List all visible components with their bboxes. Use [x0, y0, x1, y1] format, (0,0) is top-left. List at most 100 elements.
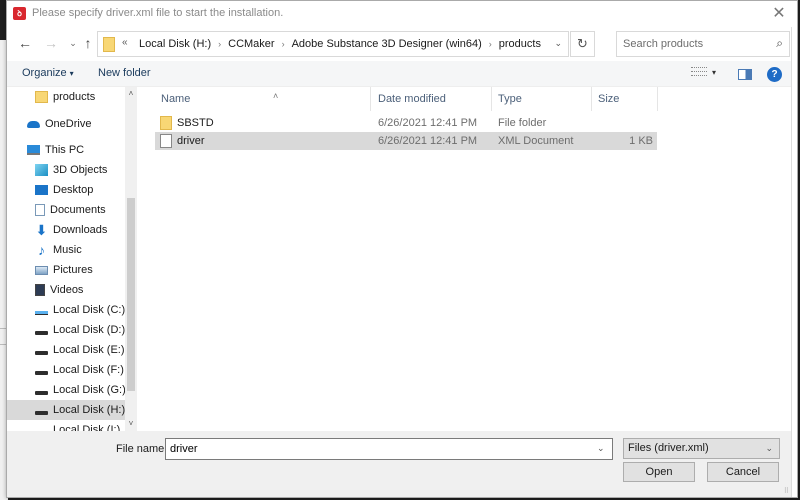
breadcrumb-item[interactable]: Adobe Substance 3D Designer (win64)	[289, 38, 485, 51]
file-date: 6/26/2021 12:41 PM	[378, 135, 478, 147]
navigation-bar: ← → ⌄ ↑ « Local Disk (H:) › CCMaker › Ad…	[7, 29, 797, 59]
nav-item-label: This PC	[45, 144, 85, 156]
file-type: File folder	[498, 117, 547, 129]
nav-item-downloads[interactable]: ⬇ Downloads	[7, 220, 125, 240]
nav-item-documents[interactable]: Documents	[7, 200, 125, 220]
window-right-edge	[791, 27, 797, 497]
scroll-down-icon[interactable]: ˅	[125, 419, 137, 429]
column-header-date-modified[interactable]: Date modified	[372, 87, 492, 111]
disk-icon	[35, 411, 48, 415]
file-date: 6/26/2021 12:41 PM	[378, 117, 478, 129]
nav-item-label: Local Disk (D:)	[53, 324, 126, 336]
nav-item-desktop[interactable]: Desktop	[7, 180, 125, 200]
view-options-dropdown[interactable]: ▾	[712, 68, 716, 77]
nav-item-music[interactable]: ♪ Music	[7, 240, 125, 260]
nav-item-label: Desktop	[53, 184, 94, 196]
nav-item-label: Videos	[50, 284, 84, 296]
breadcrumb-item[interactable]: Local Disk (H:)	[136, 38, 214, 51]
nav-item-label: Downloads	[53, 224, 108, 236]
file-row-sbstd[interactable]: SBSTD 6/26/2021 12:41 PM File folder	[155, 114, 657, 132]
preview-pane-button[interactable]	[738, 69, 752, 80]
column-headers: Name ˄ Date modified Type Size	[143, 87, 659, 111]
column-header-name[interactable]: Name ˄	[155, 87, 371, 111]
file-type-filter-value: Files (driver.xml)	[628, 442, 709, 454]
search-input[interactable]: Search products ⌕	[616, 31, 790, 57]
nav-item-pictures[interactable]: Pictures	[7, 260, 125, 280]
close-button[interactable]: ✕	[769, 4, 789, 24]
up-button[interactable]: ↑	[80, 35, 96, 51]
title-bar: ꝺ Please specify driver.xml file to star…	[7, 1, 797, 27]
file-type-filter-select[interactable]: Files (driver.xml) ⌄	[623, 438, 780, 459]
chevron-down-icon: ⌄	[765, 443, 773, 453]
column-header-size[interactable]: Size	[592, 87, 658, 111]
back-button[interactable]: ←	[17, 35, 33, 51]
nav-pane-scrollbar[interactable]: ˄ ˅	[125, 87, 137, 431]
scroll-up-icon[interactable]: ˄	[125, 89, 137, 99]
command-toolbar: Organize ▾ New folder ▾ ?	[7, 61, 791, 87]
disk-icon	[35, 371, 48, 375]
nav-item-label: Local Disk (C:)	[53, 304, 126, 316]
nav-item-local-disk-d[interactable]: Local Disk (D:)	[7, 320, 125, 340]
nav-item-label: Local Disk (E:)	[53, 344, 125, 356]
recent-locations-button[interactable]: ⌄	[65, 35, 81, 51]
nav-item-label: products	[53, 91, 96, 103]
change-view-button[interactable]	[691, 67, 707, 79]
file-name: SBSTD	[177, 117, 214, 129]
resize-grip-icon[interactable]: ⠿	[784, 487, 789, 495]
forward-button[interactable]: →	[43, 35, 59, 51]
breadcrumb-separator-icon[interactable]: ›	[214, 38, 225, 51]
file-name-input[interactable]	[165, 438, 613, 460]
app-icon: ꝺ	[13, 7, 26, 20]
nav-item-local-disk-h[interactable]: Local Disk (H:)	[7, 400, 125, 420]
nav-item-local-disk-e[interactable]: Local Disk (E:)	[7, 340, 125, 360]
column-header-type[interactable]: Type	[492, 87, 592, 111]
caret-down-icon: ▾	[69, 69, 74, 78]
window-title: Please specify driver.xml file to start …	[32, 7, 284, 19]
nav-item-products[interactable]: products	[7, 87, 125, 107]
file-list: Name ˄ Date modified Type Size SBSTD 6/26…	[143, 87, 791, 431]
nav-item-3d-objects[interactable]: 3D Objects	[7, 160, 125, 180]
3d-objects-icon	[35, 164, 48, 176]
breadcrumb: Local Disk (H:) › CCMaker › Adobe Substa…	[136, 38, 544, 51]
nav-item-label: Local Disk (G:)	[53, 384, 126, 396]
file-name-dropdown-icon[interactable]: ⌄	[597, 443, 605, 454]
breadcrumb-item[interactable]: products	[496, 38, 544, 51]
nav-item-local-disk-i[interactable]: Local Disk (I:)	[7, 420, 125, 431]
disk-icon	[35, 351, 48, 355]
nav-item-videos[interactable]: Videos	[7, 280, 125, 300]
videos-icon	[35, 284, 45, 296]
nav-item-local-disk-c[interactable]: Local Disk (C:)	[7, 300, 125, 320]
sort-ascending-icon: ˄	[273, 91, 279, 101]
details-view-icon	[691, 67, 707, 69]
column-label: Name	[161, 93, 191, 105]
address-bar[interactable]: « Local Disk (H:) › CCMaker › Adobe Subs…	[97, 31, 569, 57]
system-disk-icon	[35, 311, 48, 315]
new-folder-button[interactable]: New folder	[98, 67, 151, 79]
breadcrumb-item[interactable]: CCMaker	[225, 38, 277, 51]
nav-item-label: Local Disk (I:)	[53, 424, 121, 431]
nav-item-local-disk-g[interactable]: Local Disk (G:)	[7, 380, 126, 400]
cancel-button[interactable]: Cancel	[707, 462, 779, 482]
file-row-driver[interactable]: driver 6/26/2021 12:41 PM XML Document 1…	[155, 132, 657, 150]
dialog-footer: File name: ⌄ Files (driver.xml) ⌄ Open C…	[7, 431, 791, 497]
nav-item-onedrive[interactable]: OneDrive	[7, 114, 125, 134]
downloads-icon: ⬇	[35, 222, 48, 238]
breadcrumb-overflow-button[interactable]: «	[122, 37, 128, 48]
breadcrumb-separator-icon[interactable]: ›	[278, 38, 289, 51]
organize-button[interactable]: Organize ▾	[22, 67, 74, 79]
search-icon[interactable]: ⌕	[776, 36, 783, 51]
nav-item-this-pc[interactable]: This PC	[7, 140, 125, 160]
help-button[interactable]: ?	[767, 67, 782, 82]
file-name: driver	[177, 135, 205, 147]
breadcrumb-separator-icon[interactable]: ›	[485, 38, 496, 51]
nav-item-label: Music	[53, 244, 82, 256]
nav-item-local-disk-f[interactable]: Local Disk (F:)	[7, 360, 125, 380]
navigation-pane: products OneDrive This PC 3D Objects Des…	[7, 87, 137, 431]
open-button[interactable]: Open	[623, 462, 695, 482]
scrollbar-thumb[interactable]	[127, 198, 135, 391]
refresh-button[interactable]: ↻	[570, 31, 595, 57]
disk-icon	[35, 391, 48, 395]
folder-icon	[35, 91, 48, 103]
documents-icon	[35, 204, 45, 216]
address-history-dropdown[interactable]: ⌄	[554, 38, 562, 49]
